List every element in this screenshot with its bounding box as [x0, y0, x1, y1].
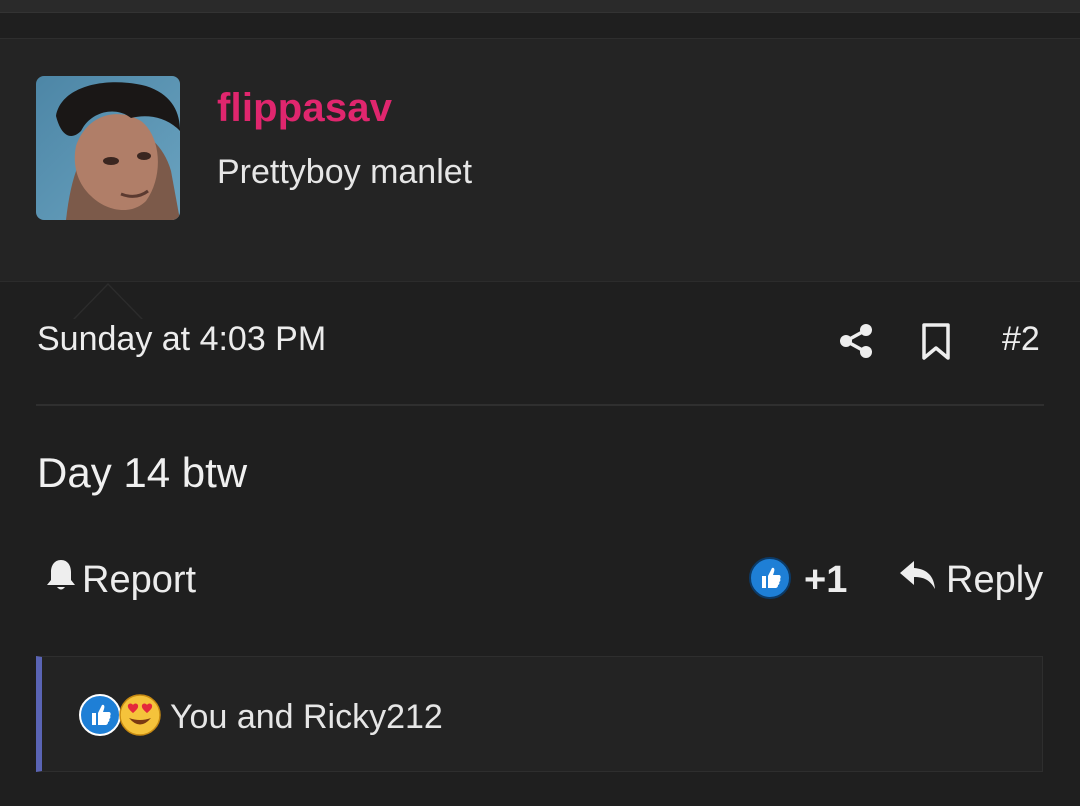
- divider: [36, 404, 1044, 406]
- post-number-link[interactable]: #2: [1002, 320, 1040, 359]
- report-label: Report: [82, 558, 197, 601]
- thumbs-up-icon: [748, 556, 792, 605]
- reply-arrow-icon: [898, 557, 938, 603]
- bell-icon: [44, 557, 78, 603]
- thumbs-up-icon: [78, 693, 122, 742]
- reactions-text: You and Ricky212: [170, 698, 443, 736]
- like-count: +1: [804, 559, 848, 601]
- avatar[interactable]: [36, 76, 180, 220]
- post-author-header: flippasav Prettyboy manlet: [0, 38, 1080, 319]
- avatar-image: [36, 76, 180, 220]
- user-title: Prettyboy manlet: [217, 153, 473, 191]
- top-bar: [0, 0, 1080, 13]
- header-pointer: [75, 285, 141, 319]
- share-icon[interactable]: [838, 323, 874, 359]
- heart-eyes-emoji-icon: [118, 693, 162, 742]
- like-summary[interactable]: +1: [748, 556, 847, 605]
- post-date[interactable]: Sunday at 4:03 PM: [37, 320, 326, 359]
- report-button[interactable]: Report: [44, 557, 196, 603]
- post-body: Day 14 btw: [37, 449, 248, 496]
- reply-button[interactable]: Reply: [898, 557, 1043, 603]
- reply-label: Reply: [946, 558, 1044, 601]
- bookmark-icon[interactable]: [921, 323, 951, 361]
- reactions-bar[interactable]: You and Ricky212: [36, 656, 1043, 772]
- username-link[interactable]: flippasav: [217, 86, 392, 131]
- reactions-summary[interactable]: You and Ricky212: [78, 693, 443, 742]
